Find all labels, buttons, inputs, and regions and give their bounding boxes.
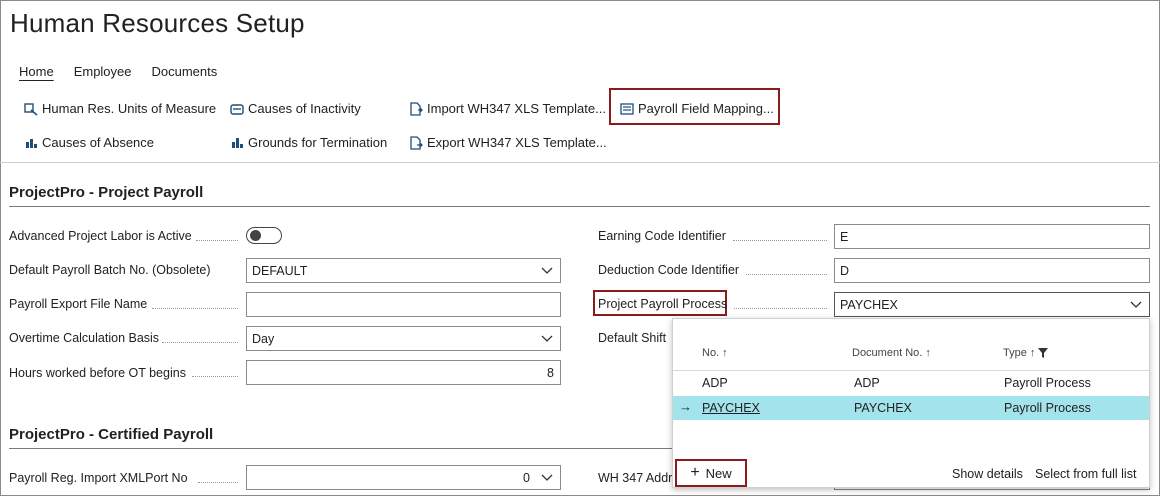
export-wh347-label: Export WH347 XLS Template... <box>427 135 607 150</box>
xmlport-select[interactable]: 0 <box>246 465 561 490</box>
sort-asc-icon: ↑ <box>925 347 931 359</box>
tab-bar: Home Employee Documents <box>19 64 217 79</box>
termination-icon <box>232 137 243 148</box>
process-label: Project Payroll Process <box>598 297 728 311</box>
table-row[interactable]: ADP ADP Payroll Process <box>673 371 1149 395</box>
grounds-for-termination-label: Grounds for Termination <box>248 135 388 150</box>
absence-icon <box>26 138 37 148</box>
earning-code-input[interactable]: E <box>834 224 1150 249</box>
dots <box>198 482 238 483</box>
dots <box>196 240 238 241</box>
filter-icon <box>1038 348 1049 358</box>
project-payroll-section-line <box>9 206 1150 207</box>
dots <box>152 308 238 309</box>
overtime-value: Day <box>252 331 275 346</box>
export-file-label: Payroll Export File Name <box>9 297 148 311</box>
deduction-code-label: Deduction Code Identifier <box>598 263 740 277</box>
export-wh347-action[interactable]: Export WH347 XLS Template... <box>409 135 607 150</box>
hours-ot-value: 8 <box>547 365 554 380</box>
show-details-link[interactable]: Show details <box>952 467 1023 481</box>
payroll-batch-select[interactable]: DEFAULT <box>246 258 561 283</box>
process-select[interactable]: PAYCHEX <box>834 292 1150 317</box>
earning-code-value: E <box>840 229 849 244</box>
tab-employee[interactable]: Employee <box>74 64 132 79</box>
chevron-down-icon <box>541 335 553 342</box>
chevron-down-icon <box>541 474 553 481</box>
chevron-down-icon <box>1130 301 1142 308</box>
action-bar-divider <box>0 162 1160 163</box>
column-doc-label: Document No. <box>852 347 923 359</box>
column-type-label: Type <box>1003 347 1027 359</box>
causes-of-inactivity-action[interactable]: Causes of Inactivity <box>230 101 361 116</box>
project-payroll-section-title: ProjectPro - Project Payroll <box>9 184 204 201</box>
earning-code-label: Earning Code Identifier <box>598 229 726 243</box>
inactivity-icon <box>230 103 244 115</box>
causes-of-inactivity-label: Causes of Inactivity <box>248 101 361 116</box>
row-type: Payroll Process <box>1004 401 1091 415</box>
overtime-select[interactable]: Day <box>246 326 561 351</box>
import-wh347-label: Import WH347 XLS Template... <box>427 101 606 116</box>
dots <box>192 376 238 377</box>
toggle-knob <box>250 230 261 241</box>
table-row-selected[interactable]: → PAYCHEX PAYCHEX Payroll Process <box>673 396 1149 420</box>
row-doc: ADP <box>854 376 880 390</box>
row-no-link[interactable]: PAYCHEX <box>702 401 760 415</box>
arrow-right-icon: → <box>679 399 692 414</box>
plus-icon: + <box>690 464 700 481</box>
column-no-label: No. <box>702 347 720 359</box>
advanced-labor-label: Advanced Project Labor is Active <box>9 229 192 243</box>
payroll-field-mapping-action[interactable]: Payroll Field Mapping... <box>620 101 774 116</box>
sort-asc-icon: ↑ <box>1029 347 1036 359</box>
payroll-batch-value: DEFAULT <box>252 263 308 278</box>
overtime-label: Overtime Calculation Basis <box>9 331 160 345</box>
tab-home[interactable]: Home <box>19 64 54 79</box>
new-button[interactable]: + New <box>675 459 747 487</box>
dots <box>162 342 238 343</box>
dots <box>734 308 827 309</box>
xmlport-label: Payroll Reg. Import XMLPort No <box>9 471 188 485</box>
page-title: Human Resources Setup <box>10 8 305 38</box>
select-full-list-link[interactable]: Select from full list <box>1035 467 1136 481</box>
payroll-field-mapping-label: Payroll Field Mapping... <box>638 101 774 116</box>
import-icon <box>410 101 423 116</box>
dots <box>733 240 827 241</box>
deduction-code-value: D <box>840 263 850 278</box>
import-wh347-action[interactable]: Import WH347 XLS Template... <box>409 101 606 116</box>
xmlport-value: 0 <box>523 470 530 485</box>
units-of-measure-label: Human Res. Units of Measure <box>42 101 217 116</box>
tab-documents[interactable]: Documents <box>152 64 218 79</box>
chevron-down-icon <box>541 267 553 274</box>
deduction-code-input[interactable]: D <box>834 258 1150 283</box>
hours-ot-input[interactable]: 8 <box>246 360 561 385</box>
certified-payroll-section-title: ProjectPro - Certified Payroll <box>9 426 214 443</box>
dots <box>746 274 827 275</box>
units-icon <box>24 102 38 116</box>
row-type: Payroll Process <box>1004 376 1091 390</box>
causes-of-absence-action[interactable]: Causes of Absence <box>24 135 154 150</box>
export-file-input[interactable] <box>246 292 561 317</box>
sort-asc-icon: ↑ <box>722 347 728 359</box>
wh347-label: WH 347 Addr <box>598 471 673 485</box>
mapping-icon <box>620 102 634 115</box>
advanced-labor-toggle[interactable] <box>246 227 282 244</box>
column-doc-header[interactable]: Document No. ↑ <box>852 347 931 359</box>
units-of-measure-action[interactable]: Human Res. Units of Measure <box>24 101 216 116</box>
row-doc: PAYCHEX <box>854 401 912 415</box>
causes-of-absence-label: Causes of Absence <box>42 135 155 150</box>
row-no: ADP <box>702 376 728 390</box>
grounds-for-termination-action[interactable]: Grounds for Termination <box>230 135 387 150</box>
export-icon <box>410 135 423 150</box>
default-shift-label: Default Shift <box>598 331 667 345</box>
payroll-batch-label: Default Payroll Batch No. (Obsolete) <box>9 263 211 277</box>
process-value: PAYCHEX <box>840 297 898 312</box>
column-type-header[interactable]: Type ↑ <box>1003 347 1049 359</box>
new-button-label: New <box>705 465 732 481</box>
column-no-header[interactable]: No. ↑ <box>702 347 728 359</box>
hours-ot-label: Hours worked before OT begins <box>9 366 186 380</box>
